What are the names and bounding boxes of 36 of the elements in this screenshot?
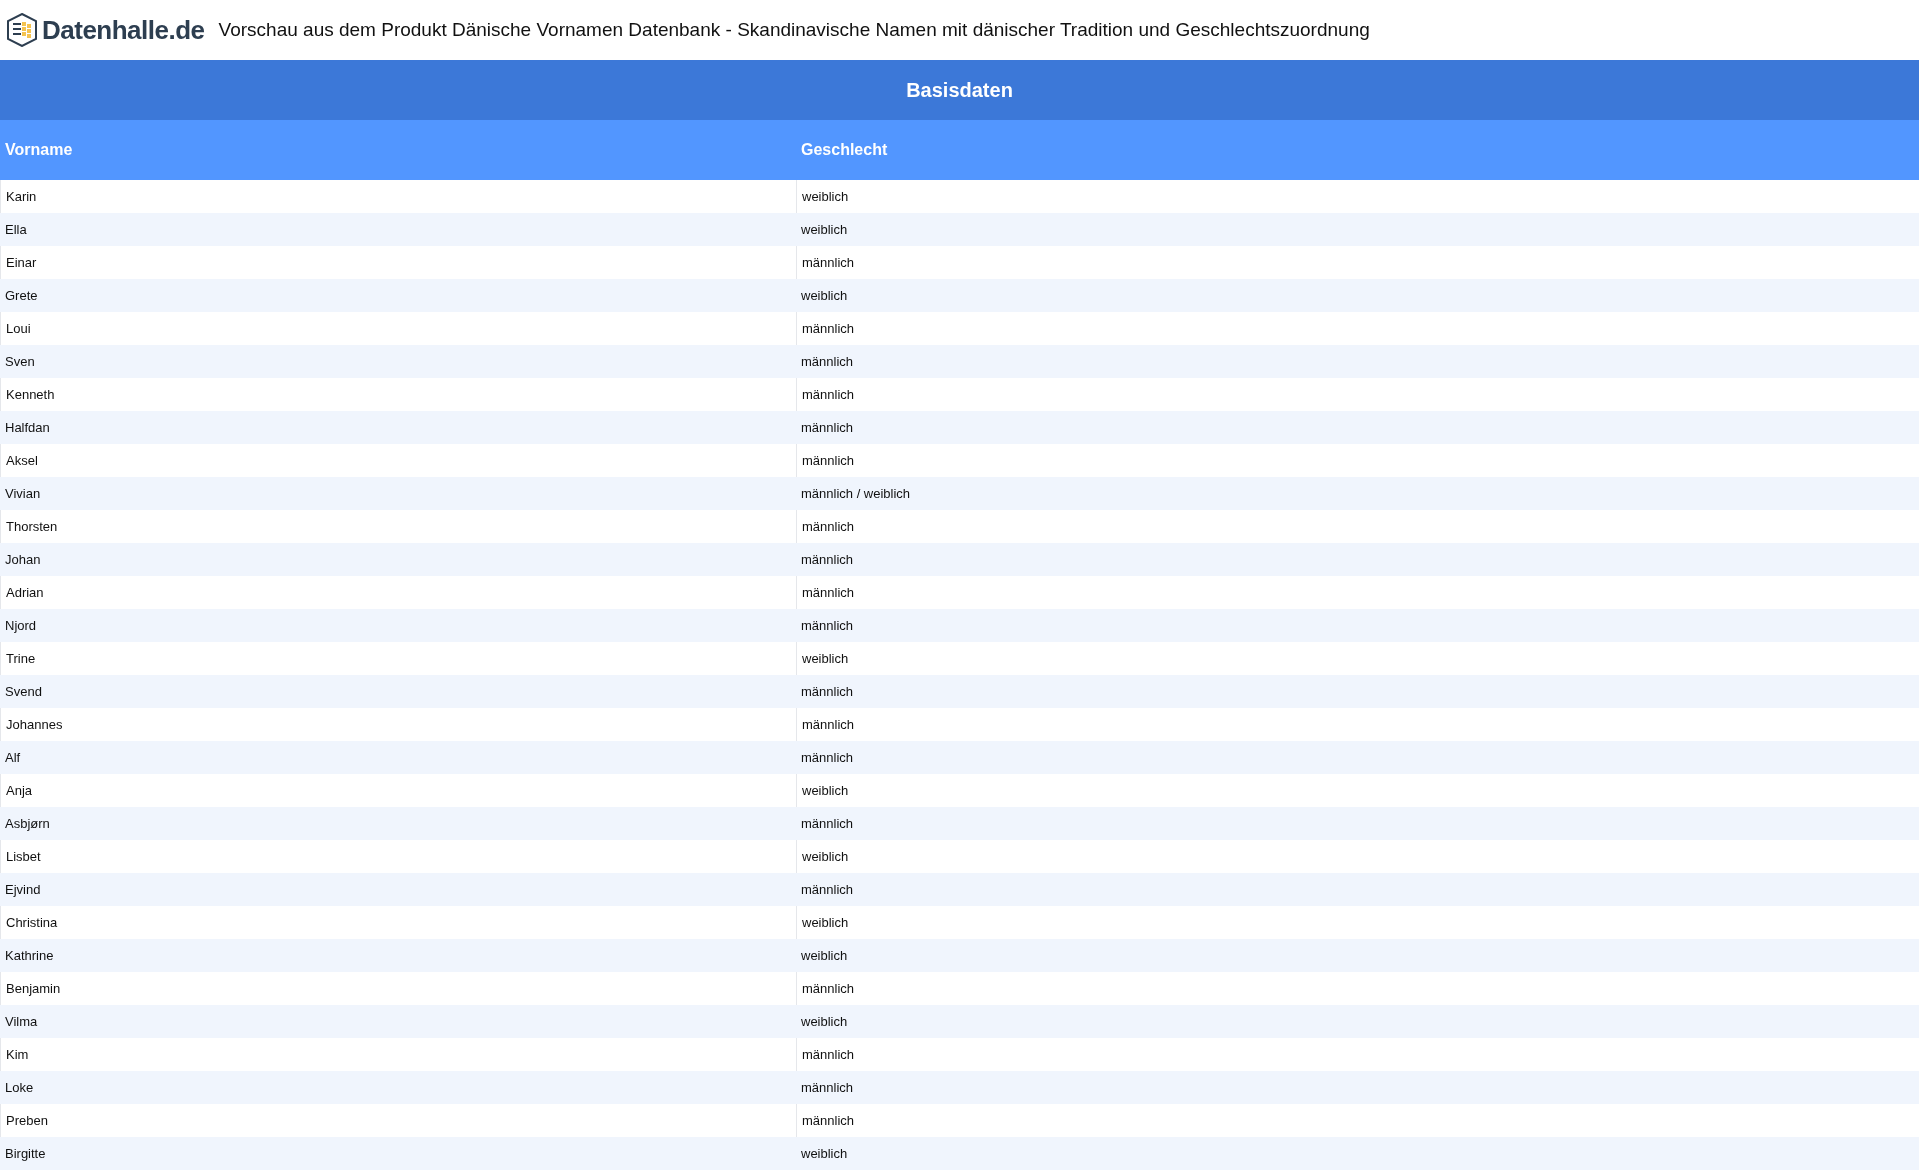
table-cell-text: männlich <box>800 880 855 899</box>
table-cell-text: männlich / weiblich <box>800 484 912 503</box>
logo-text[interactable]: Datenhalle.de <box>42 10 205 50</box>
table-cell-text: weiblich <box>800 286 849 305</box>
table-cell-text: Ella <box>4 220 28 239</box>
page-title: Vorschau aus dem Produkt Dänische Vornamen Datenbank - Skandinavische Namen mit dänischer Tradition und Geschlechtszuordnung <box>218 17 1370 42</box>
column-header: Geschlecht <box>800 140 889 160</box>
table-cell-text: weiblich <box>800 220 849 239</box>
table-cell-text: männlich <box>800 352 855 371</box>
table-cell-text: weiblich <box>800 946 849 965</box>
table-cell-text: männlich <box>800 550 855 569</box>
table-cell-text: Vilma <box>4 1012 39 1031</box>
table-cell-text: Svend <box>4 682 43 701</box>
table-cell-text: weiblich <box>800 1144 849 1163</box>
table-cell-text: Loke <box>4 1078 35 1097</box>
table-cell-text: Sven <box>4 352 36 371</box>
table-cell-text: männlich <box>800 814 855 833</box>
table-cell-text: Njord <box>4 616 38 635</box>
table-cell-text: Asbjørn <box>4 814 51 833</box>
table-cell-text: weiblich <box>800 1012 849 1031</box>
table-cell-text: männlich <box>800 682 855 701</box>
column-header: Vorname <box>4 140 74 160</box>
table-cell-text: männlich <box>800 418 855 437</box>
table-cell-text: Johan <box>4 550 42 569</box>
table-cell-text: Ejvind <box>4 880 42 899</box>
table-caption: Basisdaten <box>0 60 1919 120</box>
table-cell-text: Alf <box>4 748 22 767</box>
table-cell-text: Vivian <box>4 484 42 503</box>
table-cell-text: Kathrine <box>4 946 55 965</box>
table-cell-text: männlich <box>800 1078 855 1097</box>
table-cell-text: Halfdan <box>4 418 51 437</box>
table-cell-text: männlich <box>800 616 855 635</box>
logo-icon <box>6 13 38 47</box>
table-cell-text: Grete <box>4 286 39 305</box>
table-cell-text: männlich <box>800 748 855 767</box>
table-cell-text: Birgitte <box>4 1144 47 1163</box>
